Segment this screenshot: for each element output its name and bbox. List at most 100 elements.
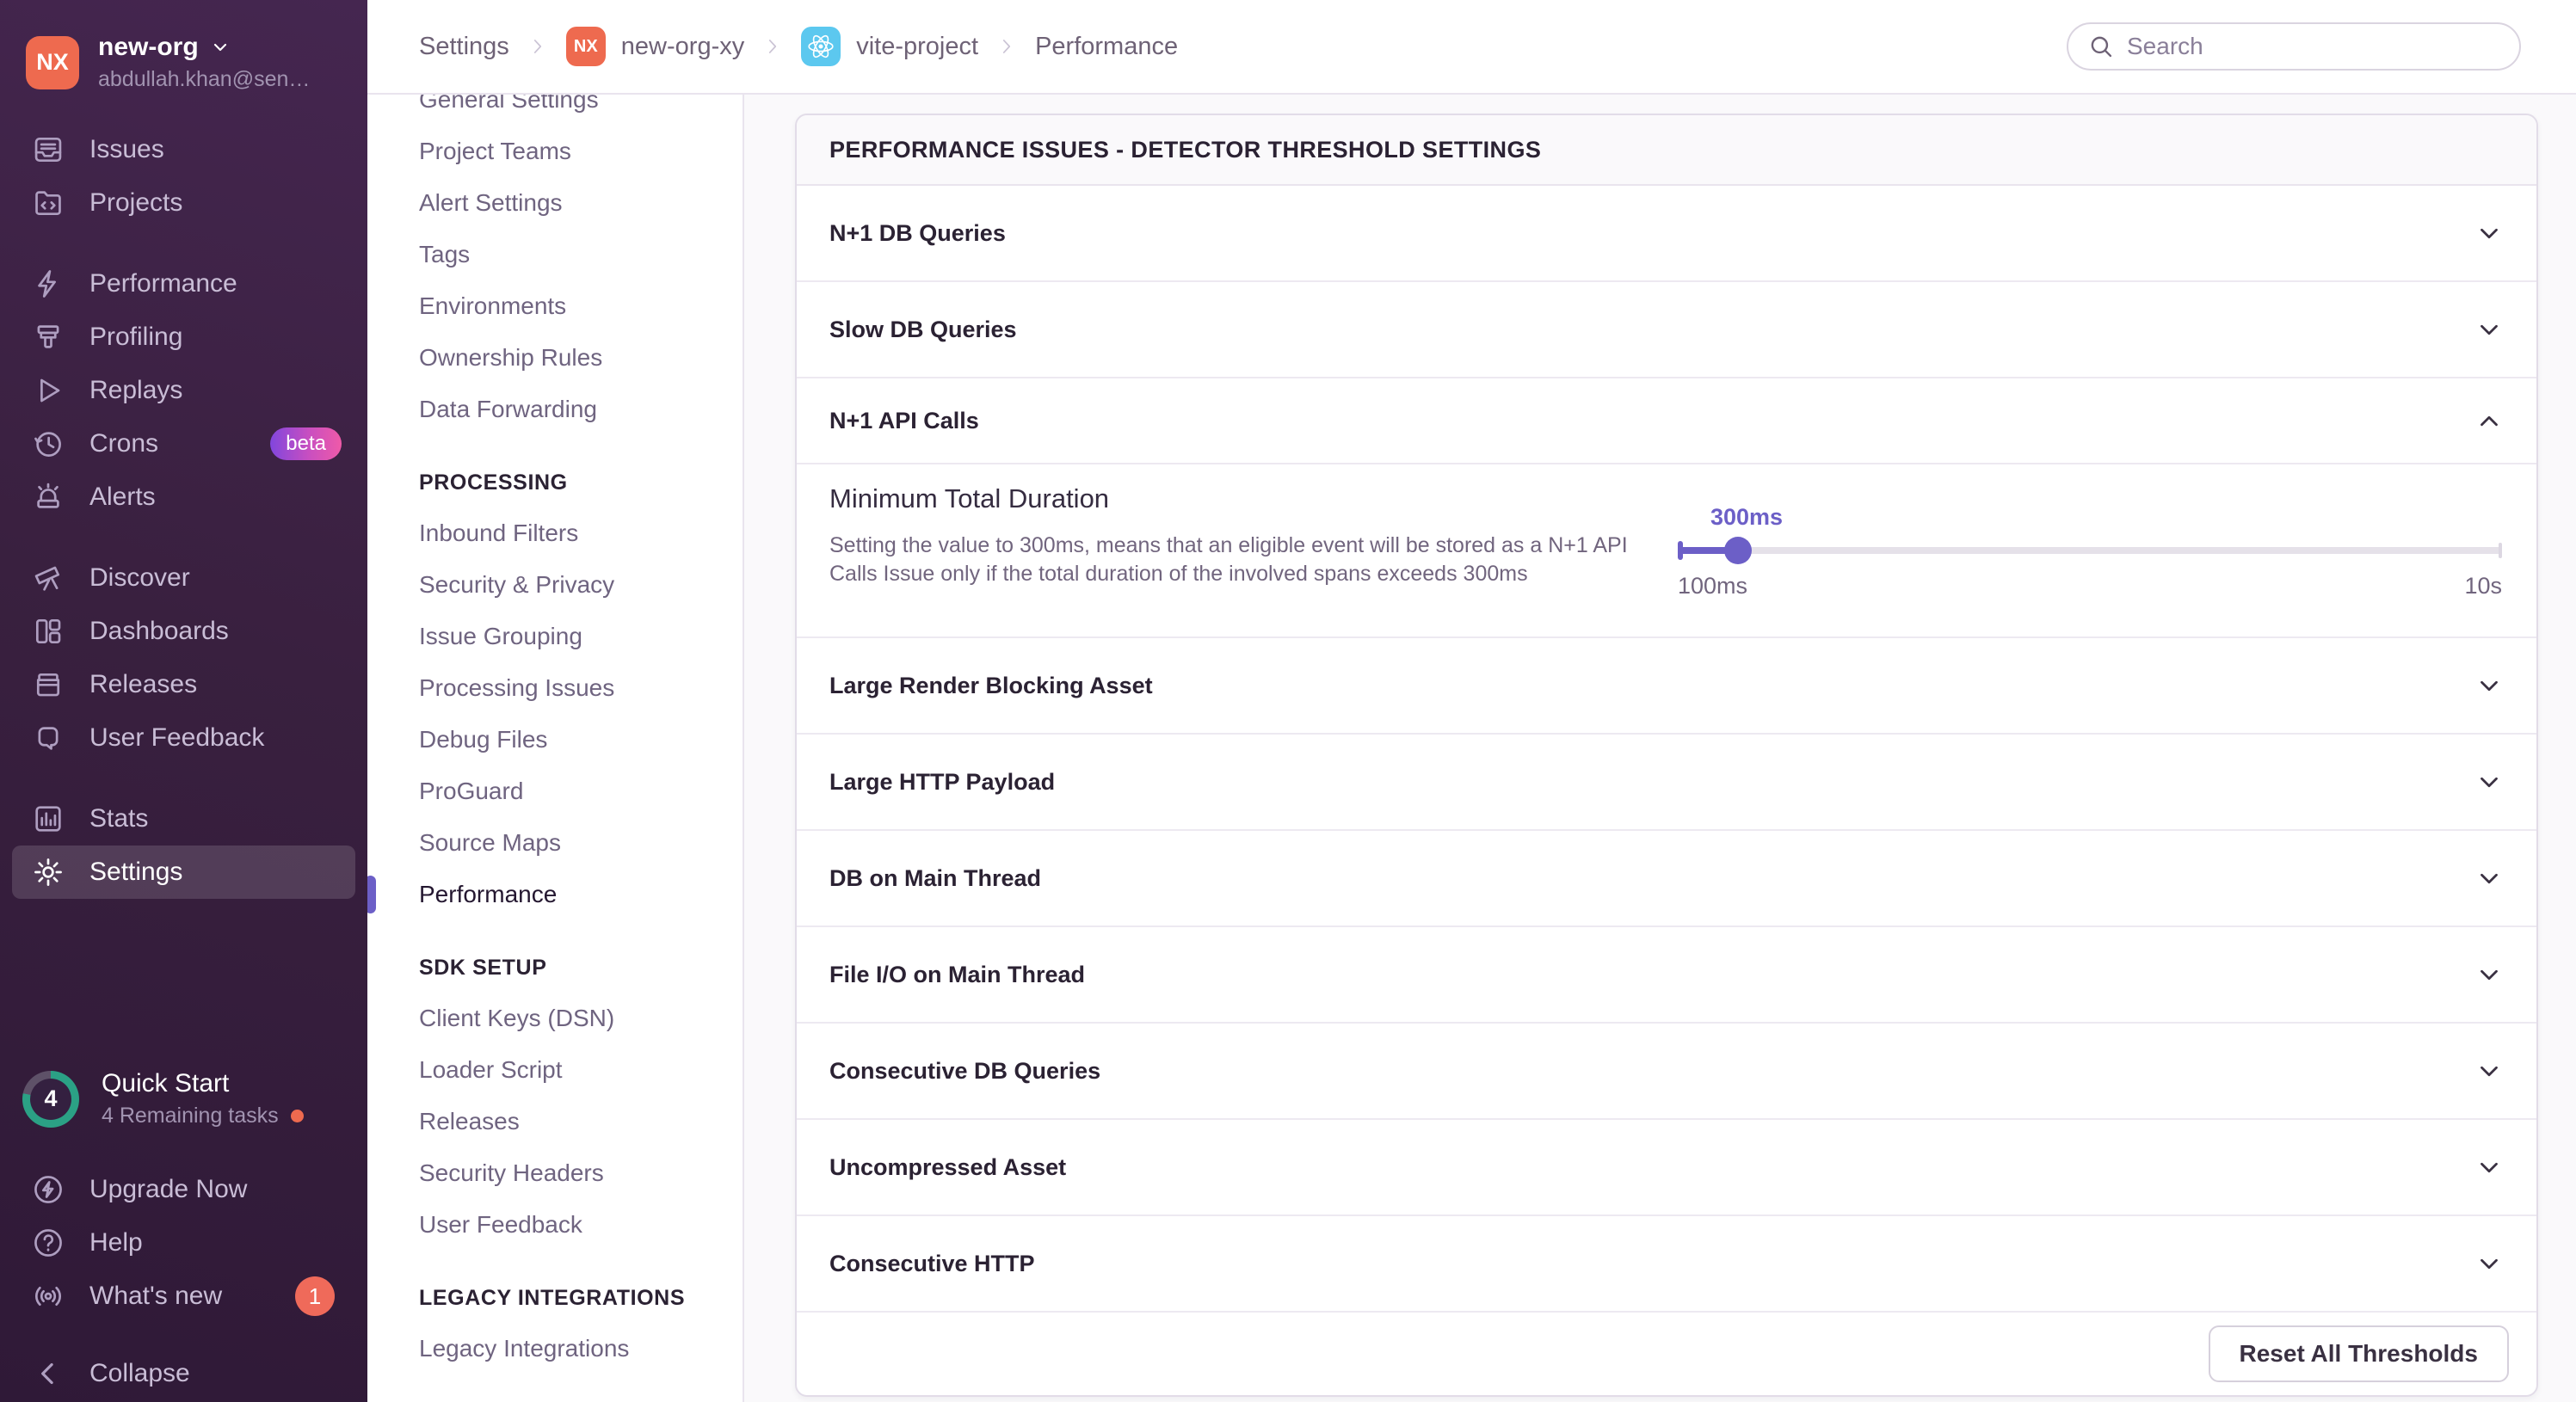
- subnav-item-releases[interactable]: Releases: [367, 1096, 743, 1147]
- sidebar-item-settings[interactable]: Settings: [12, 846, 355, 899]
- profiling-icon: [29, 318, 67, 356]
- nav-group-bottom: Stats Settings: [0, 792, 367, 899]
- sidebar-item-discover[interactable]: Discover: [0, 551, 367, 605]
- subnav-item-processing-issues[interactable]: Processing Issues: [367, 662, 743, 714]
- progress-ring: 4: [22, 1070, 79, 1128]
- subnav-item-legacy-integrations[interactable]: Legacy Integrations: [367, 1323, 743, 1374]
- subnav-item-tags[interactable]: Tags: [367, 229, 743, 280]
- slider-max-label: 10s: [2464, 573, 2502, 599]
- subnav-item-loader-script[interactable]: Loader Script: [367, 1044, 743, 1096]
- chevron-down-icon: [2474, 1249, 2504, 1278]
- detector-row-db-on-main-thread[interactable]: DB on Main Thread: [797, 831, 2536, 927]
- sidebar-item-stats[interactable]: Stats: [0, 792, 367, 846]
- breadcrumb-page: Performance: [1035, 33, 1178, 61]
- slider-min-cap: [1678, 541, 1683, 560]
- subnav-item-security-headers[interactable]: Security Headers: [367, 1147, 743, 1199]
- sidebar-item-releases[interactable]: Releases: [0, 658, 367, 711]
- react-project-icon: [801, 27, 841, 66]
- threshold-settings-panel: PERFORMANCE ISSUES - DETECTOR THRESHOLD …: [795, 114, 2538, 1397]
- detector-row-n1-db-queries[interactable]: N+1 DB Queries: [797, 186, 2536, 282]
- search-input[interactable]: [2127, 33, 2500, 60]
- subnav-item-client-keys[interactable]: Client Keys (DSN): [367, 993, 743, 1044]
- help-circle-icon: [29, 1224, 67, 1262]
- archive-box-icon: [29, 666, 67, 704]
- gear-icon: [29, 853, 67, 891]
- org-switcher[interactable]: NX new-org abdullah.khan@sen…: [26, 33, 350, 92]
- breadcrumb-settings[interactable]: Settings: [419, 33, 509, 61]
- quick-start-title: Quick Start: [102, 1069, 230, 1098]
- slider-track[interactable]: [1678, 537, 2502, 564]
- quick-start[interactable]: 4 Quick Start 4 Remaining tasks: [22, 1069, 367, 1128]
- slider-handle[interactable]: [1723, 537, 1752, 564]
- sidebar-collapse-button[interactable]: Collapse: [0, 1347, 367, 1400]
- sidebar-item-label: Crons: [89, 429, 159, 458]
- breadcrumb-org[interactable]: NX new-org-xy: [565, 27, 744, 66]
- subnav-header-sdk-setup: SDK SETUP: [419, 956, 547, 980]
- detector-row-consecutive-db-queries[interactable]: Consecutive DB Queries: [797, 1024, 2536, 1120]
- subnav-item-alert-settings[interactable]: Alert Settings: [367, 177, 743, 229]
- subnav-item-source-maps[interactable]: Source Maps: [367, 817, 743, 869]
- detector-row-n1-api-calls[interactable]: N+1 API Calls: [797, 378, 2536, 464]
- sidebar-item-projects[interactable]: Projects: [0, 176, 367, 230]
- breadcrumb-project[interactable]: vite-project: [801, 27, 978, 66]
- chevron-right-icon: [761, 35, 784, 58]
- detector-row-file-io-on-main-thread[interactable]: File I/O on Main Thread: [797, 927, 2536, 1024]
- folder-code-icon: [29, 184, 67, 222]
- subnav-item-data-forwarding[interactable]: Data Forwarding: [367, 384, 743, 435]
- sidebar-item-upgrade[interactable]: Upgrade Now: [0, 1163, 367, 1216]
- quick-start-subtitle-label: 4 Remaining tasks: [102, 1104, 279, 1128]
- sidebar-item-label: Upgrade Now: [89, 1175, 248, 1203]
- sidebar-item-label: Issues: [89, 135, 164, 163]
- sidebar-item-profiling[interactable]: Profiling: [0, 311, 367, 364]
- search-box[interactable]: [2067, 22, 2521, 71]
- sidebar-item-label: Help: [89, 1228, 143, 1257]
- sidebar-item-performance[interactable]: Performance: [0, 257, 367, 311]
- subnav-item-general-settings[interactable]: General Settings: [367, 95, 743, 126]
- sidebar-item-crons[interactable]: Crons beta: [0, 417, 367, 470]
- sidebar-item-replays[interactable]: Replays: [0, 364, 367, 417]
- org-email: abdullah.khan@sen…: [98, 67, 311, 91]
- detector-row-large-http-payload[interactable]: Large HTTP Payload: [797, 735, 2536, 831]
- sidebar-item-label: Alerts: [89, 483, 156, 511]
- nav-group-insights: Discover Dashboards Releases User Feedba…: [0, 551, 367, 765]
- quick-start-subtitle: 4 Remaining tasks: [102, 1104, 304, 1128]
- detector-row-label: Slow DB Queries: [829, 316, 1017, 342]
- detector-row-slow-db-queries[interactable]: Slow DB Queries: [797, 282, 2536, 378]
- sidebar-item-whats-new[interactable]: What's new 1: [0, 1270, 367, 1323]
- subnav-item-inbound-filters[interactable]: Inbound Filters: [367, 507, 743, 559]
- nav-group-performance: Performance Profiling Replays Crons beta…: [0, 257, 367, 524]
- sidebar-item-user-feedback[interactable]: User Feedback: [0, 711, 367, 765]
- sidebar-item-help[interactable]: Help: [0, 1216, 367, 1270]
- sidebar-item-dashboards[interactable]: Dashboards: [0, 605, 367, 658]
- detector-row-label: Consecutive HTTP: [829, 1250, 1035, 1276]
- slider-min-label: 100ms: [1678, 573, 1748, 599]
- subnav-item-user-feedback[interactable]: User Feedback: [367, 1199, 743, 1251]
- main-content: PERFORMANCE ISSUES - DETECTOR THRESHOLD …: [744, 95, 2576, 1402]
- sidebar-item-label: Replays: [89, 376, 183, 404]
- subnav-item-performance[interactable]: Performance: [367, 869, 743, 920]
- settings-subnav: General Settings Project Teams Alert Set…: [367, 95, 744, 1402]
- detector-row-large-render-blocking-asset[interactable]: Large Render Blocking Asset: [797, 638, 2536, 735]
- subnav-item-performance-label: Performance: [419, 881, 558, 907]
- detector-row-label: File I/O on Main Thread: [829, 961, 1086, 987]
- subnav-item-security-privacy[interactable]: Security & Privacy: [367, 559, 743, 611]
- detector-row-label: Large HTTP Payload: [829, 768, 1056, 795]
- subnav-item-environments[interactable]: Environments: [367, 280, 743, 332]
- bar-chart-icon: [29, 800, 67, 838]
- n1-api-calls-detail: Minimum Total Duration Setting the value…: [797, 464, 2536, 638]
- sidebar-item-alerts[interactable]: Alerts: [0, 470, 367, 524]
- detector-row-uncompressed-asset[interactable]: Uncompressed Asset: [797, 1120, 2536, 1216]
- subnav-item-ownership-rules[interactable]: Ownership Rules: [367, 332, 743, 384]
- sidebar-item-issues[interactable]: Issues: [0, 123, 367, 176]
- nav-group-main: Issues Projects: [0, 123, 367, 230]
- detector-row-consecutive-http[interactable]: Consecutive HTTP: [797, 1216, 2536, 1313]
- bolt-circle-icon: [29, 1171, 67, 1208]
- clock-history-icon: [29, 425, 67, 463]
- subnav-item-project-teams[interactable]: Project Teams: [367, 126, 743, 177]
- subnav-item-issue-grouping[interactable]: Issue Grouping: [367, 611, 743, 662]
- subnav-item-debug-files[interactable]: Debug Files: [367, 714, 743, 766]
- beta-badge: beta: [270, 427, 342, 460]
- slider-value-label: 300ms: [1710, 504, 1784, 530]
- subnav-item-proguard[interactable]: ProGuard: [367, 766, 743, 817]
- reset-all-thresholds-button[interactable]: Reset All Thresholds: [2208, 1325, 2509, 1382]
